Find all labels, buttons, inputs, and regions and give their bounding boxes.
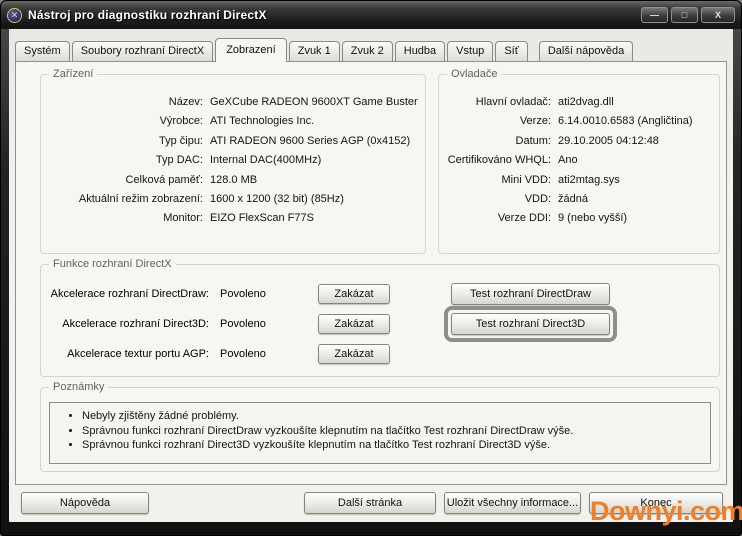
device-row-label: Název:: [45, 93, 203, 112]
drivers-group: Ovladače Hlavní ovladač:ati2dvag.dll Ver…: [438, 74, 720, 254]
tab-more-help[interactable]: Další nápověda: [539, 41, 633, 61]
feature-row-directdraw: Akcelerace rozhraní DirectDraw: Povoleno…: [41, 283, 719, 305]
note-item: Nebyly zjištěny žádné problémy.: [82, 409, 710, 424]
device-group: Zařízení Název:GeXCube RADEON 9600XT Gam…: [40, 74, 426, 254]
window-title: Nástroj pro diagnostiku rozhraní DirectX: [28, 8, 267, 22]
features-group-caption: Funkce rozhraní DirectX: [49, 257, 176, 271]
device-row-value: 1600 x 1200 (32 bit) (85Hz): [210, 190, 423, 209]
notes-list: Nebyly zjištěny žádné problémy. Správnou…: [50, 409, 710, 453]
device-row-label: Výrobce:: [45, 112, 203, 131]
tab-sound-2[interactable]: Zvuk 2: [342, 41, 393, 61]
driver-row-value: ati2mtag.sys: [558, 171, 717, 190]
device-row-value: GeXCube RADEON 9600XT Game Buster: [210, 93, 423, 112]
driver-row-value: ati2dvag.dll: [558, 93, 717, 112]
minimize-icon: —: [650, 11, 659, 20]
window-controls: — □ X: [641, 7, 735, 23]
device-row-label: Typ čipu:: [45, 132, 203, 151]
disable-direct3d-button[interactable]: Zakázat: [318, 314, 390, 334]
tab-system[interactable]: Systém: [15, 41, 70, 61]
driver-row-value: žádná: [558, 190, 717, 209]
close-icon: X: [715, 11, 721, 20]
device-row-label: Monitor:: [45, 209, 203, 228]
device-row-value: Internal DAC(400MHz): [210, 151, 423, 170]
tab-bar: Systém Soubory rozhraní DirectX Zobrazen…: [15, 38, 635, 61]
tab-sound-1[interactable]: Zvuk 1: [289, 41, 340, 61]
test-direct3d-button[interactable]: Test rozhraní Direct3D: [451, 313, 610, 335]
tab-music[interactable]: Hudba: [395, 41, 445, 61]
feature-label: Akcelerace textur portu AGP:: [41, 348, 209, 360]
directx-icon: [7, 8, 22, 23]
device-row-value: EIZO FlexScan F77S: [210, 209, 423, 228]
driver-row-label: Datum:: [443, 132, 551, 151]
device-row-label: Celková paměť:: [45, 171, 203, 190]
tab-display[interactable]: Zobrazení: [215, 38, 287, 62]
exit-button[interactable]: Konec: [589, 492, 723, 514]
help-button[interactable]: Nápověda: [21, 492, 149, 514]
next-page-button[interactable]: Další stránka: [304, 492, 436, 514]
device-row-label: Aktuální režim zobrazení:: [45, 190, 203, 209]
feature-status: Povoleno: [220, 348, 266, 360]
device-info-list: Název:GeXCube RADEON 9600XT Game Buster …: [41, 75, 425, 229]
feature-label: Akcelerace rozhraní Direct3D:: [41, 318, 209, 330]
feature-row-direct3d: Akcelerace rozhraní Direct3D: Povoleno Z…: [41, 313, 719, 335]
tab-directx-files[interactable]: Soubory rozhraní DirectX: [72, 41, 214, 61]
disable-agp-button[interactable]: Zakázat: [318, 344, 390, 364]
tab-input[interactable]: Vstup: [447, 41, 493, 61]
window: Nástroj pro diagnostiku rozhraní DirectX…: [0, 0, 742, 536]
test-directdraw-button[interactable]: Test rozhraní DirectDraw: [451, 283, 610, 305]
drivers-info-list: Hlavní ovladač: ati2dvag.dll Verze: 6.14.0…: [439, 75, 719, 229]
driver-row-value: 6.14.0010.6583 (Angličtina): [558, 112, 717, 131]
driver-row-label: Hlavní ovladač:: [443, 93, 551, 112]
tab-panel: Zařízení Název: GeXCube RADEON 9600XT Gam…: [15, 61, 727, 485]
directx-features-group: Funkce rozhraní DirectX Akcelerace rozhr…: [40, 264, 720, 377]
driver-row-value: Ano: [558, 151, 717, 170]
title-bar[interactable]: Nástroj pro diagnostiku rozhraní DirectX…: [1, 1, 741, 29]
disable-directdraw-button[interactable]: Zakázat: [318, 284, 390, 304]
notes-box: Nebyly zjištěny žádné problémy. Správnou…: [49, 402, 711, 464]
driver-row-label: VDD:: [443, 190, 551, 209]
driver-row-label: Verze:: [443, 112, 551, 131]
driver-row-value: 9 (nebo vyšší): [558, 209, 717, 228]
notes-group: Poznámky Nebyly zjištěny žádné problémy.…: [40, 387, 720, 472]
notes-group-caption: Poznámky: [49, 380, 108, 394]
minimize-button[interactable]: —: [641, 7, 668, 23]
maximize-icon: □: [682, 11, 687, 20]
driver-row-value: 29.10.2005 04:12:48: [558, 132, 717, 151]
feature-status: Povoleno: [220, 318, 266, 330]
note-item: Správnou funkci rozhraní DirectDraw vyzk…: [82, 424, 710, 439]
tab-network[interactable]: Síť: [495, 41, 528, 61]
device-row-value: 128.0 MB: [210, 171, 423, 190]
driver-row-label: Mini VDD:: [443, 171, 551, 190]
device-row-label: Typ DAC:: [45, 151, 203, 170]
device-group-caption: Zařízení: [49, 67, 97, 81]
device-row-value: ATI Technologies Inc.: [210, 112, 423, 131]
feature-status: Povoleno: [220, 288, 266, 300]
close-button[interactable]: X: [701, 7, 735, 23]
highlight-box: Test rozhraní Direct3D: [444, 306, 617, 342]
driver-row-label: Verze DDI:: [443, 209, 551, 228]
feature-label: Akcelerace rozhraní DirectDraw:: [41, 288, 209, 300]
device-row-value: ATI RADEON 9600 Series AGP (0x4152): [210, 132, 423, 151]
driver-row-label: Certifikováno WHQL:: [443, 151, 551, 170]
dialog-body: Systém Soubory rozhraní DirectX Zobrazen…: [9, 29, 733, 522]
drivers-group-caption: Ovladače: [447, 67, 501, 81]
note-item: Správnou funkci rozhraní Direct3D vyzkou…: [82, 438, 710, 453]
save-all-info-button[interactable]: Uložit všechny informace...: [444, 492, 581, 514]
feature-row-agp: Akcelerace textur portu AGP: Povoleno Za…: [41, 343, 719, 365]
maximize-button[interactable]: □: [671, 7, 698, 23]
